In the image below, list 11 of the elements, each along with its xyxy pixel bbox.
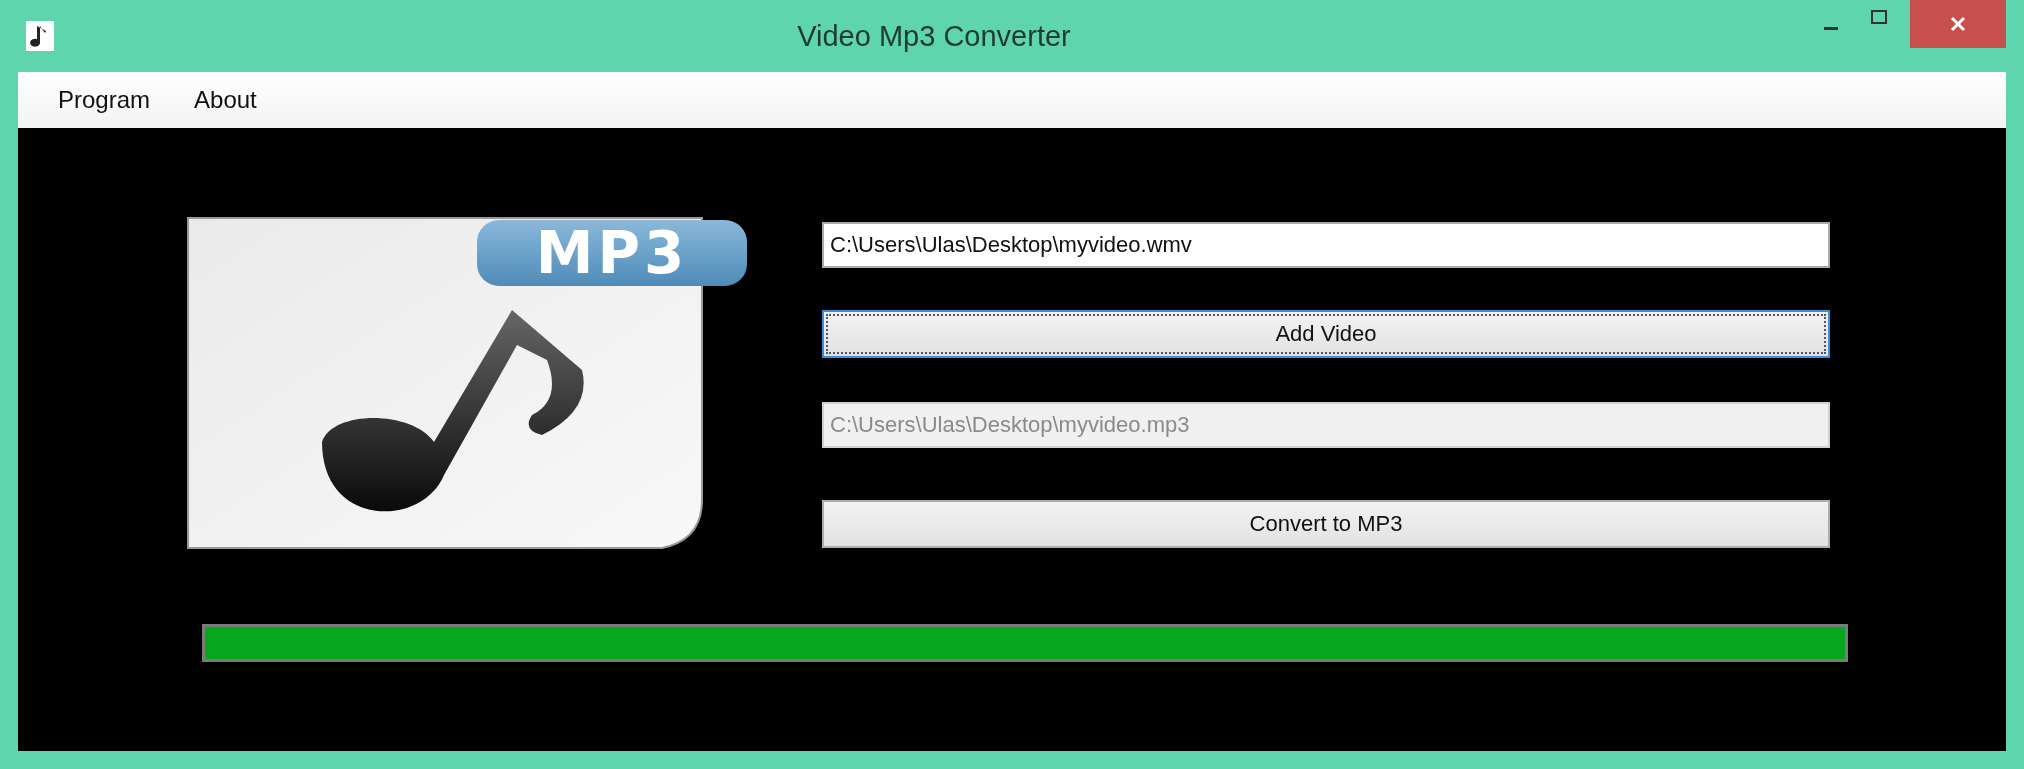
menu-item[interactable]: About xyxy=(192,82,259,118)
maximize-icon xyxy=(1871,10,1887,24)
menu-item[interactable]: Program xyxy=(56,82,153,118)
format-badge: MP3 xyxy=(477,220,747,286)
window-title: Video Mp3 Converter xyxy=(796,19,1072,53)
minimize-icon xyxy=(1824,26,1838,30)
music-note-icon xyxy=(26,21,54,51)
input-path-field[interactable]: C:\Users\Ulas\Desktop\myvideo.wmv xyxy=(822,222,1830,268)
close-icon xyxy=(1950,16,1966,32)
add-video-button[interactable]: Add Video xyxy=(822,310,1830,358)
convert-button[interactable]: Convert to MP3 xyxy=(822,500,1830,548)
